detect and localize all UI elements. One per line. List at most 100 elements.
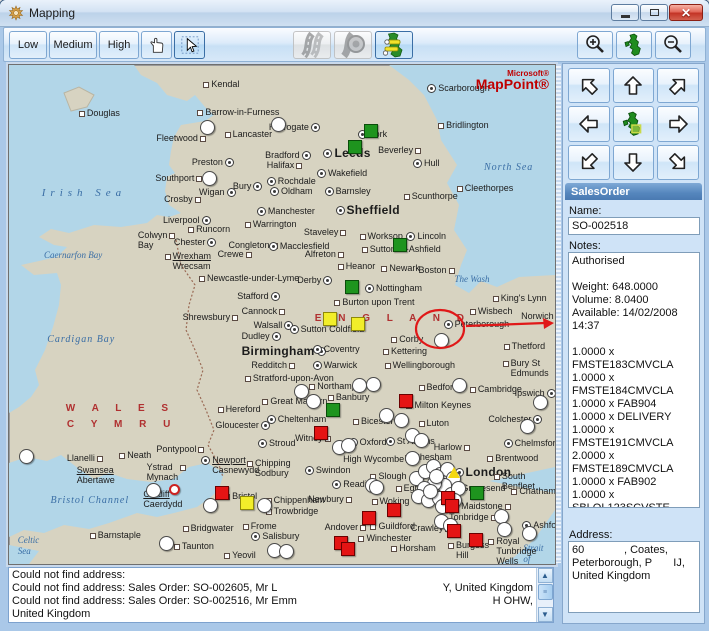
pushpin-green[interactable] [326, 403, 340, 417]
pushpin-white[interactable] [429, 469, 444, 484]
maximize-button[interactable] [640, 4, 668, 21]
pushpin-red[interactable] [215, 486, 229, 500]
map-city-label: Norwich [521, 311, 556, 321]
pushpin-white[interactable] [19, 449, 34, 464]
map-city-label: Milton Keynes [406, 400, 471, 410]
town-marker-icon [360, 234, 366, 240]
city-name: Warrington [253, 219, 297, 229]
town-marker-icon [90, 533, 96, 539]
pushpin-green[interactable] [470, 486, 484, 500]
name-field[interactable] [568, 217, 700, 235]
pushpin-white[interactable] [379, 408, 394, 423]
map-city-label: Walsall [254, 320, 294, 330]
scroll-thumb[interactable]: ≡ [538, 584, 553, 600]
zoom-level-low-button[interactable]: Low [9, 31, 47, 59]
pushpin-white[interactable] [452, 378, 467, 393]
salesorder-panel: SalesOrder Name: Notes: Authorised Weigh… [562, 63, 705, 624]
pushpin-green[interactable] [393, 238, 407, 252]
pushpin-white[interactable] [306, 394, 321, 409]
map-city-label: High Wycombe [343, 454, 412, 464]
town-marker-icon [444, 320, 453, 329]
name-label: Name: [569, 205, 601, 217]
show-route-button[interactable] [375, 31, 413, 59]
pan-up-left-button[interactable] [568, 68, 610, 103]
pushpin-red[interactable] [362, 511, 376, 525]
pushpin-green[interactable] [364, 124, 378, 138]
city-name: Lancaster [233, 129, 273, 139]
zoom-level-high-button[interactable]: High [99, 31, 139, 59]
pushpin-green[interactable] [345, 280, 359, 294]
titlebar[interactable]: Mapping ✕ [0, 0, 709, 27]
status-line: Could not find address: [12, 569, 533, 582]
pushpin-yellow-triangle[interactable] [448, 467, 460, 478]
pushpin-white[interactable] [257, 498, 272, 513]
pushpin-white[interactable] [520, 419, 535, 434]
notes-field[interactable]: Authorised Weight: 648.0000 Volume: 8.04… [568, 252, 700, 508]
zoom-in-button[interactable] [577, 31, 613, 59]
pushpin-yellow[interactable] [240, 496, 254, 510]
pan-down-button[interactable] [613, 145, 655, 180]
pushpin-white[interactable] [202, 171, 217, 186]
pushpin-yellow[interactable] [351, 317, 365, 331]
pushpin-white[interactable] [394, 413, 409, 428]
minimize-button[interactable] [611, 4, 639, 21]
map-canvas[interactable]: Microsoft® MapPoint® E N G L A N DW A L … [8, 64, 556, 565]
pushpin-red[interactable] [447, 524, 461, 538]
pushpin-red[interactable] [387, 503, 401, 517]
block-arrow-icon [665, 111, 691, 137]
scroll-down-arrow-icon[interactable]: ▼ [538, 607, 553, 622]
city-name: Newcastle-under-Lyme [207, 273, 299, 283]
pushpin-white[interactable] [271, 117, 286, 132]
map-city-label: Taunton [174, 541, 214, 551]
pushpin-white[interactable] [533, 395, 548, 410]
town-marker-icon [258, 439, 267, 448]
city-name: Colwyn Bay [138, 230, 168, 250]
pushpin-white[interactable] [414, 433, 429, 448]
pan-down-left-button[interactable] [568, 145, 610, 180]
close-button[interactable]: ✕ [669, 4, 703, 21]
pushpin-red[interactable] [445, 499, 459, 513]
pushpin-white[interactable] [423, 484, 438, 499]
show-traffic-button[interactable] [334, 31, 372, 59]
pan-tool-button[interactable] [141, 31, 172, 59]
pushpin-yellow[interactable] [323, 312, 337, 326]
pan-right-button[interactable] [657, 106, 699, 141]
pushpin-red[interactable] [469, 533, 483, 547]
show-roads-button[interactable] [293, 31, 331, 59]
zoom-out-button[interactable] [655, 31, 691, 59]
map-city-label: WrexhamWrecsam [165, 251, 211, 271]
pan-left-button[interactable] [568, 106, 610, 141]
town-marker-icon [419, 385, 425, 391]
select-tool-button[interactable] [174, 31, 205, 59]
city-name: Nottingham [376, 283, 422, 293]
status-scrollbar[interactable]: ▲ ≡ ▼ [536, 568, 553, 622]
city-name: Warwick [324, 360, 358, 370]
pan-up-button[interactable] [613, 68, 655, 103]
pushpin-green[interactable] [348, 140, 362, 154]
pushpin-white[interactable] [203, 498, 218, 513]
city-name: Stroud [269, 438, 296, 448]
pan-up-right-button[interactable] [657, 68, 699, 103]
pushpin-white[interactable] [366, 377, 381, 392]
map-panel-splitter[interactable] [556, 64, 561, 563]
map-city-label: Wellingborough [385, 360, 455, 370]
scroll-up-arrow-icon[interactable]: ▲ [538, 568, 553, 583]
zoom-level-medium-button[interactable]: Medium [49, 31, 97, 59]
zoom-full-uk-button[interactable] [616, 31, 652, 59]
pushpin-white[interactable] [352, 378, 367, 393]
town-marker-icon [338, 264, 344, 270]
block-arrow-icon [665, 73, 691, 99]
pushpin-red[interactable] [399, 394, 413, 408]
pan-down-right-button[interactable] [657, 145, 699, 180]
town-marker-icon [97, 456, 103, 462]
map-city-label: Salisbury [251, 531, 299, 541]
status-listbox[interactable]: Could not find address:Could not find ad… [8, 567, 554, 623]
pushpin-red[interactable] [314, 426, 328, 440]
pushpin-red[interactable] [341, 542, 355, 556]
pushpin-white[interactable] [434, 333, 449, 348]
pushpin-white[interactable] [200, 120, 215, 135]
pushpin-white[interactable] [405, 451, 420, 466]
address-field[interactable]: 60 , Coates, Peterborough, P IJ, United … [568, 541, 700, 613]
center-map-uk-button[interactable] [613, 106, 655, 141]
map-city-label: Redditch [251, 360, 295, 370]
